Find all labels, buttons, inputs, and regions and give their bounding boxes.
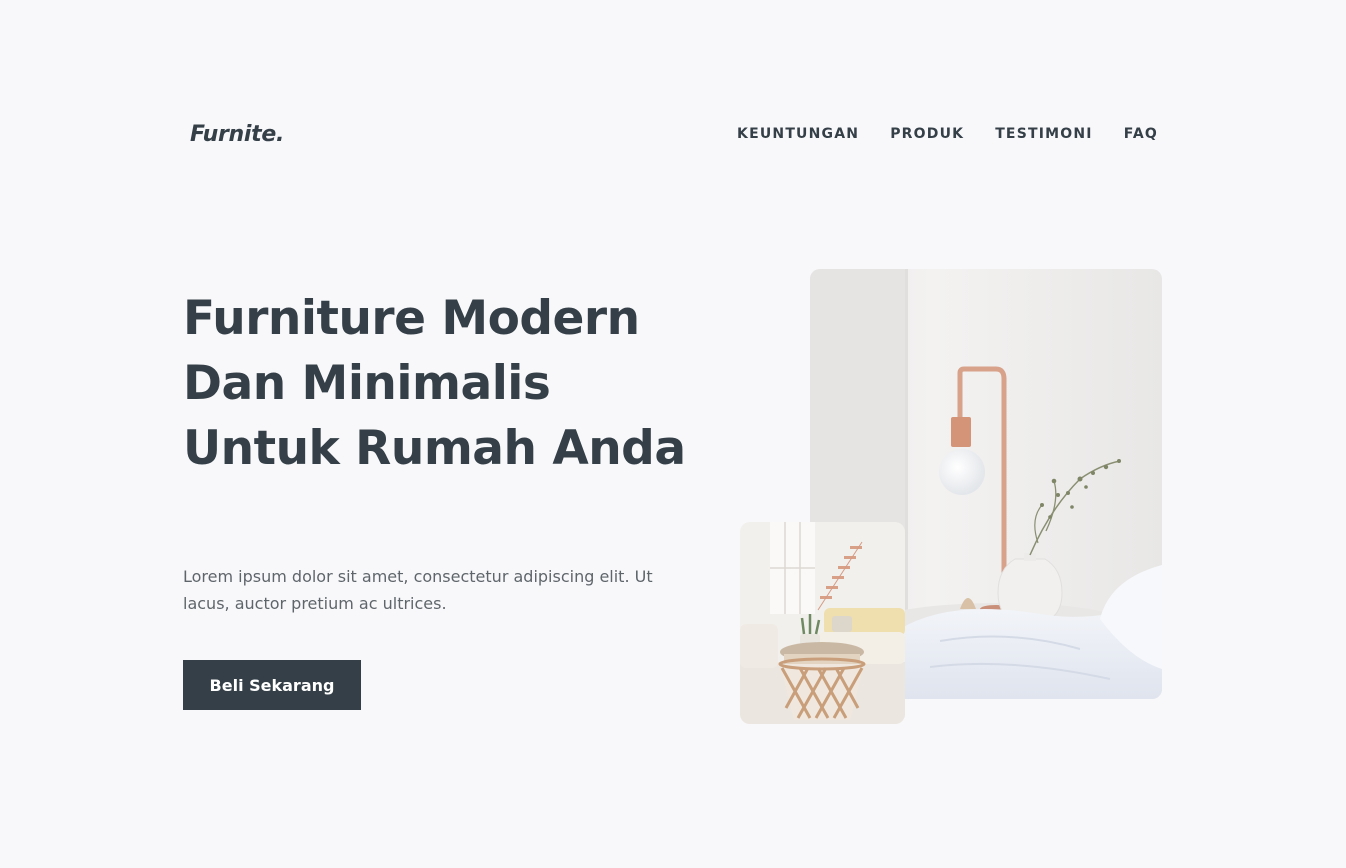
nav-item-produk[interactable]: PRODUK — [890, 126, 964, 142]
brand-logo[interactable]: Furnite. — [190, 122, 284, 147]
hero-image-living-room — [740, 522, 905, 724]
living-room-photo — [740, 522, 905, 724]
buy-now-button[interactable]: Beli Sekarang — [183, 660, 361, 710]
nav-item-keuntungan[interactable]: KEUNTUNGAN — [737, 126, 859, 142]
main-nav: KEUNTUNGAN PRODUK TESTIMONI FAQ — [737, 126, 1158, 142]
hero-description: Lorem ipsum dolor sit amet, consectetur … — [183, 567, 653, 613]
nav-item-faq[interactable]: FAQ — [1124, 126, 1158, 142]
nav-item-testimoni[interactable]: TESTIMONI — [995, 126, 1093, 142]
hero-title: Furniture Modern Dan Minimalis Untuk Rum… — [183, 291, 686, 476]
